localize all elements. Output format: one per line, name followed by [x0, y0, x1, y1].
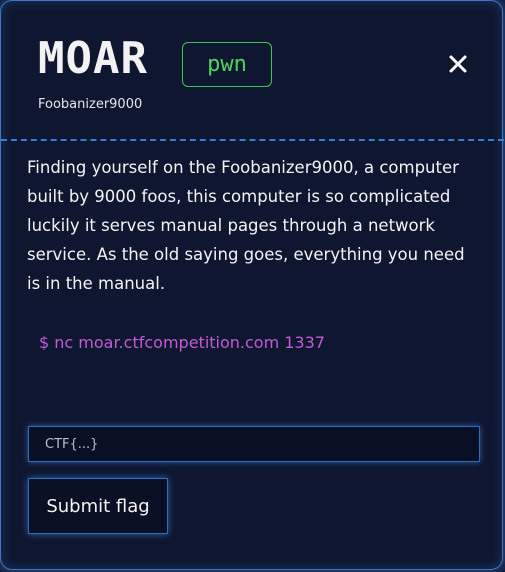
submit-flag-button[interactable]: Submit flag: [28, 478, 168, 534]
close-icon: [449, 55, 467, 73]
challenge-author: Foobanizer9000: [38, 97, 143, 112]
connection-command: $ nc moar.ctfcompetition.com 1337: [39, 333, 325, 352]
challenge-description: Finding yourself on the Foobanizer9000, …: [27, 158, 465, 293]
close-button[interactable]: [445, 51, 471, 77]
challenge-dialog: MOAR Foobanizer9000 pwn Finding yourself…: [0, 0, 504, 570]
challenge-title: MOAR: [38, 33, 148, 84]
flag-input[interactable]: [28, 426, 480, 462]
dialog-header: MOAR Foobanizer9000 pwn: [1, 1, 504, 141]
category-badge: pwn: [182, 42, 272, 87]
